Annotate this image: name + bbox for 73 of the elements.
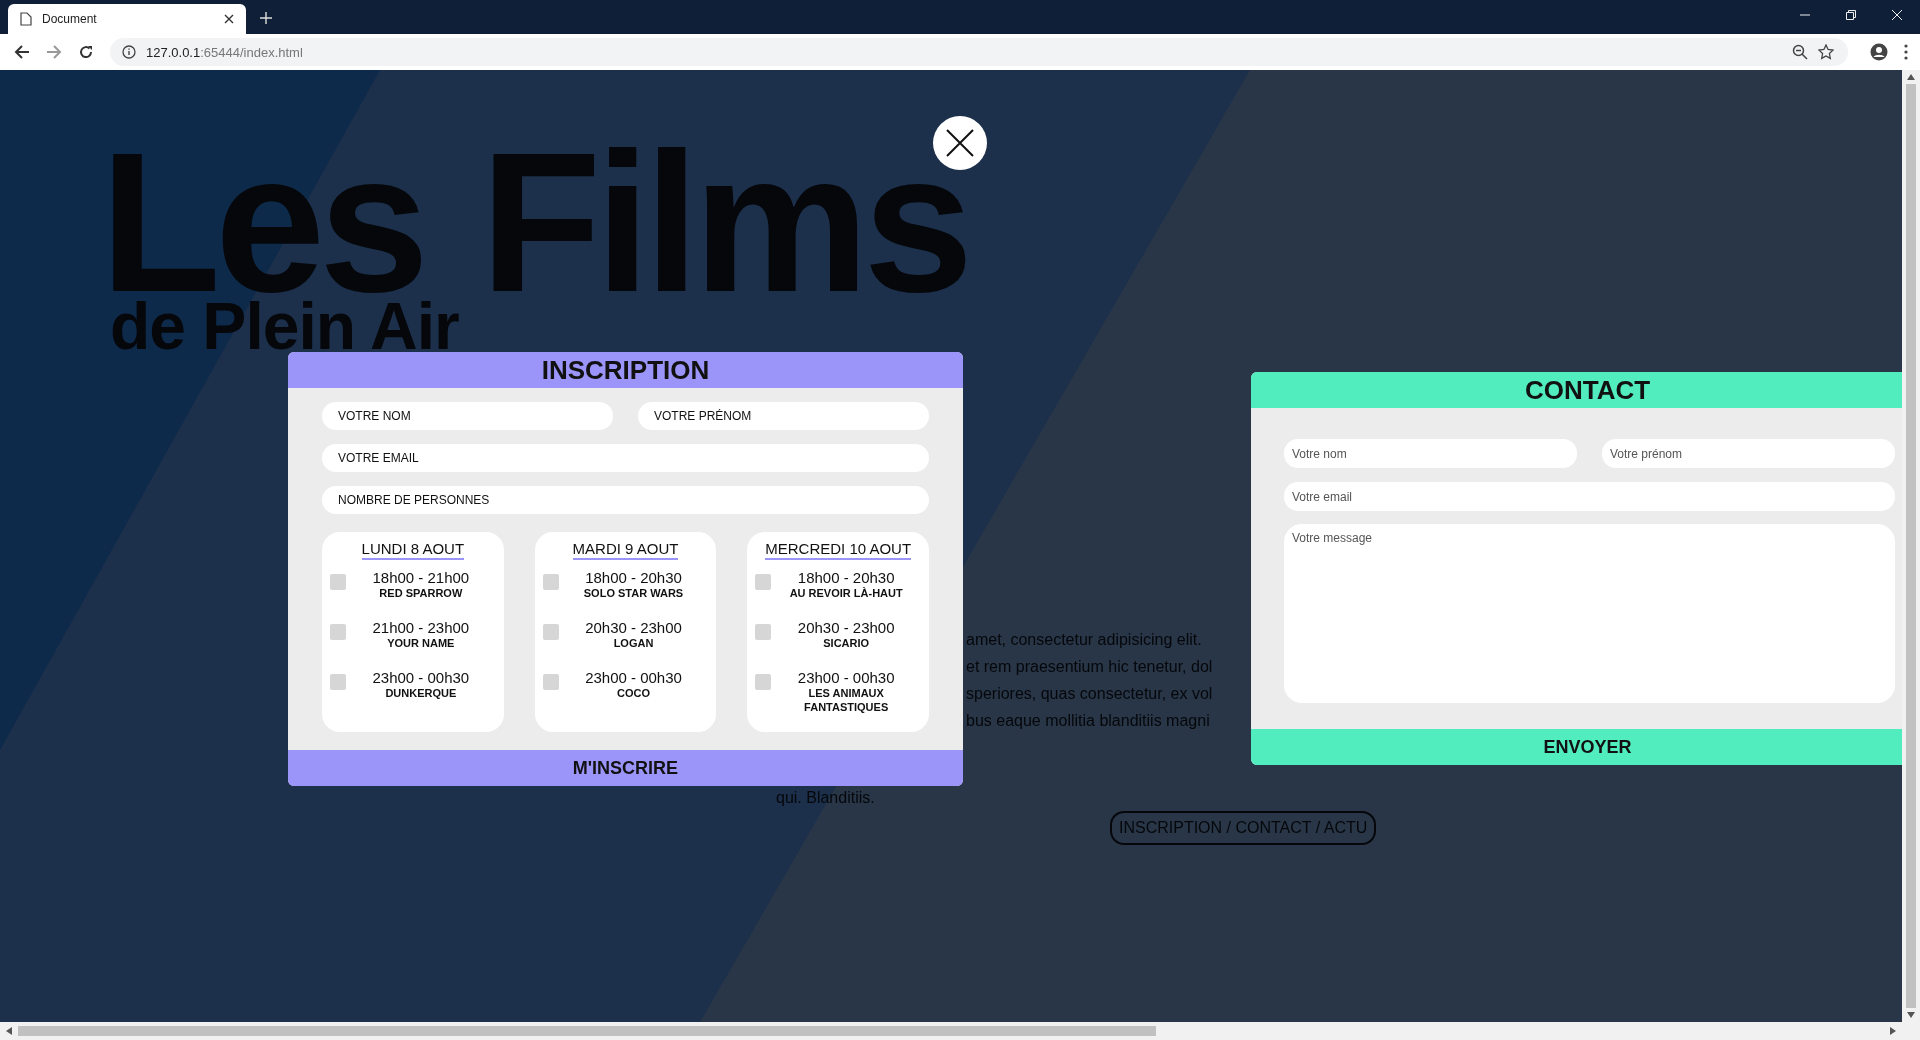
session-time: 18h00 - 20h30 [585, 570, 682, 586]
paragraph-line: bus eaque mollitia blanditiis magni [966, 710, 1210, 731]
session-time: 23h00 - 00h30 [797, 670, 895, 686]
checkbox[interactable] [755, 574, 772, 590]
session-time: 20h30 - 23h00 [797, 620, 895, 636]
film-title: SOLO STAR WARS [582, 586, 685, 600]
paragraph-line: speriores, quas consectetur, ex vol [966, 683, 1213, 704]
film-title: COCO [616, 686, 651, 700]
film-title: LES ANIMAUX FANTASTIQUES [803, 686, 890, 714]
send-button[interactable]: ENVOYER [1251, 729, 1902, 765]
session-time: 18h00 - 21h00 [372, 570, 470, 586]
session-time: 23h00 - 00h30 [372, 670, 470, 686]
film-title: DUNKERQUE [384, 686, 458, 700]
scroll-up-icon[interactable] [1907, 74, 1915, 80]
text-field[interactable]: NOMBRE DE PERSONNES [322, 486, 929, 514]
scrollbar-thumb[interactable] [1906, 84, 1916, 1008]
film-title: RED SPARROW [378, 586, 464, 600]
new-tab-icon[interactable] [260, 12, 272, 24]
close-icon[interactable] [224, 14, 234, 24]
checkbox[interactable] [542, 624, 559, 640]
checkbox[interactable] [755, 624, 772, 640]
session-time: 18h00 - 20h30 [797, 570, 895, 586]
checkbox[interactable] [755, 674, 772, 690]
scroll-down-icon[interactable] [1907, 1012, 1915, 1018]
day-title: MERCREDI 10 AOUT [765, 540, 912, 560]
session-time: 20h30 - 23h00 [585, 620, 682, 636]
checkbox[interactable] [330, 574, 346, 590]
address-field[interactable]: 127.0.0.1:65444/index.html [110, 38, 1848, 66]
checkbox[interactable] [542, 674, 559, 690]
account-icon[interactable] [1870, 43, 1888, 61]
scroll-left-icon[interactable] [6, 1027, 12, 1035]
day-title: LUNDI 8 AOUT [361, 540, 465, 560]
info-icon [122, 45, 136, 59]
text-field[interactable]: Votre email [1284, 482, 1895, 511]
site-title: Les Films [100, 146, 968, 299]
restore-icon[interactable] [1846, 10, 1856, 20]
checkbox[interactable] [542, 574, 559, 590]
star-icon[interactable] [1818, 44, 1834, 60]
panel-title: INSCRIPTION [541, 354, 710, 386]
scrollbar-thumb[interactable] [18, 1026, 1157, 1036]
message-field[interactable]: Votre message [1284, 524, 1895, 703]
paragraph-line: et rem praesentium hic tenetur, dol [966, 656, 1213, 677]
site-subtitle: de Plein Air [110, 300, 459, 353]
checkbox[interactable] [330, 674, 346, 690]
register-button[interactable]: M'INSCRIRE [288, 750, 963, 786]
panel-title: CONTACT [1524, 374, 1651, 406]
tab-title: Document [42, 12, 98, 26]
horizontal-scrollbar[interactable] [0, 1022, 1920, 1040]
film-title: LOGAN [612, 636, 655, 650]
text-field[interactable]: Votre nom [1284, 439, 1577, 468]
session-time: 23h00 - 00h30 [585, 670, 682, 686]
menu-icon[interactable] [1904, 44, 1908, 60]
paragraph-line: qui. Blanditiis. [776, 787, 875, 808]
day-title: MARDI 9 AOUT [572, 540, 679, 560]
film-title: YOUR NAME [386, 636, 456, 650]
browser-tab[interactable]: Document [8, 4, 246, 34]
back-icon[interactable] [14, 44, 30, 60]
reload-icon[interactable] [78, 44, 94, 60]
film-title: AU REVOIR LÀ-HAUT [788, 586, 904, 600]
vertical-scrollbar[interactable] [1902, 70, 1920, 1022]
text-field[interactable]: VOTRE EMAIL [322, 444, 929, 472]
scroll-right-icon[interactable] [1890, 1027, 1896, 1035]
film-title: SICARIO [822, 636, 871, 650]
forward-icon[interactable] [46, 44, 62, 60]
document-icon [20, 12, 32, 26]
text-field[interactable]: VOTRE PRÉNOM [638, 402, 929, 430]
checkbox[interactable] [330, 624, 346, 640]
text-field[interactable]: VOTRE NOM [322, 402, 613, 430]
paragraph-line: amet, consectetur adipisicing elit. [966, 629, 1202, 650]
text-field[interactable]: Votre prénom [1602, 439, 1895, 468]
zoom-icon[interactable] [1792, 44, 1808, 60]
session-time: 21h00 - 23h00 [372, 620, 470, 636]
url-text: 127.0.0.1:65444/index.html [146, 44, 303, 60]
